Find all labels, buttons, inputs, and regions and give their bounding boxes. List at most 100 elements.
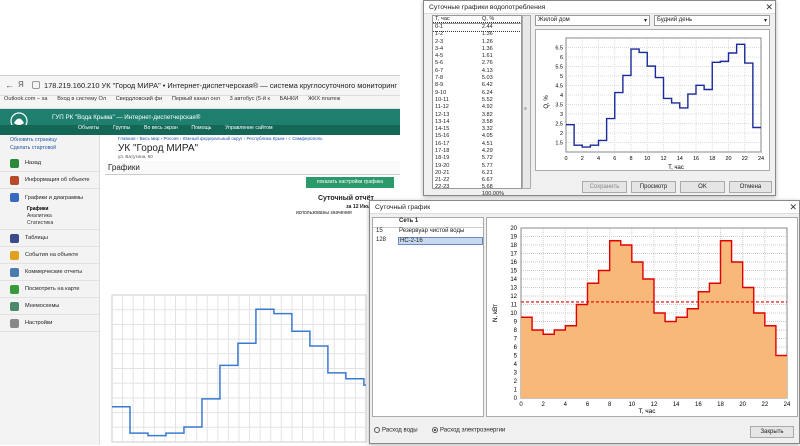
table-row[interactable]: 11-12 4.92	[433, 104, 521, 111]
sidebar-item-settings[interactable]: Настройки	[0, 315, 99, 332]
settings-button[interactable]: показать настройки графика	[306, 177, 394, 188]
time-cell[interactable]: 17-18	[433, 147, 480, 154]
table-row[interactable]: 4-5 1.61	[433, 52, 521, 59]
q-cell[interactable]: 4.05	[480, 133, 521, 140]
time-cell[interactable]: 16-17	[433, 140, 480, 147]
list-item-selected[interactable]: 128 НС-2-16	[373, 237, 483, 246]
consumption-table[interactable]: T, час Q, % 0-1 2.44 1-2 1.36 2-3 1.26 3-4 1.36 4…	[432, 15, 522, 189]
preview-button[interactable]: Просмотр	[631, 181, 676, 193]
time-cell[interactable]: 9-10	[433, 89, 480, 96]
time-cell[interactable]: 2-3	[433, 38, 480, 45]
q-cell[interactable]: 3.32	[480, 125, 521, 132]
q-cell[interactable]: 5.52	[480, 96, 521, 103]
bookmark-item[interactable]: Свердловский фи	[116, 96, 162, 102]
sidebar-item-tables[interactable]: Таблицы	[0, 230, 99, 247]
cancel-button[interactable]: Отмена	[729, 181, 772, 193]
time-cell[interactable]: 6-7	[433, 67, 480, 74]
time-cell[interactable]: 21-22	[433, 177, 480, 184]
time-cell[interactable]: 10-11	[433, 96, 480, 103]
table-row[interactable]: 8-9 6.42	[433, 82, 521, 89]
table-row[interactable]: 5-6 2.76	[433, 60, 521, 67]
q-cell[interactable]: 3.82	[480, 111, 521, 118]
menu-admin[interactable]: Управление сайтом	[225, 125, 272, 131]
sidebar-sub-analytics[interactable]: Аналитика	[0, 213, 99, 220]
save-button[interactable]: Сохранить	[582, 181, 627, 193]
q-cell[interactable]: 5.72	[480, 155, 521, 162]
sidebar-item-back[interactable]: Назад	[0, 155, 99, 172]
q-cell[interactable]: 3.58	[480, 118, 521, 125]
time-cell[interactable]: 8-9	[433, 82, 480, 89]
bookmark-item[interactable]: Вход в систему Ол	[57, 96, 106, 102]
sidebar-item-info[interactable]: Информация об объекте	[0, 172, 99, 189]
time-cell[interactable]: 14-15	[433, 125, 480, 132]
time-cell[interactable]: 13-14	[433, 118, 480, 125]
table-row[interactable]: 6-7 4.13	[433, 67, 521, 74]
time-cell[interactable]: 18-19	[433, 155, 480, 162]
time-cell[interactable]: 19-20	[433, 162, 480, 169]
bookmark-item[interactable]: ЖКХ платеж	[308, 96, 340, 102]
close-icon[interactable]: ✕	[765, 2, 773, 13]
time-cell[interactable]: 7-8	[433, 74, 480, 81]
q-cell[interactable]: 1.36	[480, 31, 521, 38]
table-row[interactable]: 3-4 1.36	[433, 45, 521, 52]
q-cell[interactable]: 4.29	[480, 147, 521, 154]
table-row[interactable]: 13-14 3.58	[433, 118, 521, 125]
sidebar-item-mnemo[interactable]: Мнемосхемы	[0, 298, 99, 315]
table-row[interactable]: 12-13 3.82	[433, 111, 521, 118]
q-cell[interactable]: 6.42	[480, 82, 521, 89]
bookmark-item[interactable]: Первый канал онл	[172, 96, 220, 102]
table-row[interactable]: 18-19 5.72	[433, 155, 521, 162]
bookmark-item[interactable]: БАНКИ	[280, 96, 299, 102]
menu-groups[interactable]: Группы	[113, 125, 130, 131]
time-cell[interactable]: 12-13	[433, 111, 480, 118]
yandex-icon[interactable]: Я	[18, 80, 24, 89]
table-row[interactable]: 21-22 6.67	[433, 177, 521, 184]
table-row[interactable]: 2-3 1.26	[433, 38, 521, 45]
day-type-select[interactable]: Будний день ▾	[654, 15, 770, 26]
q-cell[interactable]: 1.61	[480, 52, 521, 59]
q-cell[interactable]: 6.24	[480, 89, 521, 96]
sidebar-item-events[interactable]: События на объекте	[0, 247, 99, 264]
radio-power[interactable]: Расход электроэнергии	[432, 427, 505, 434]
q-cell[interactable]: 5.03	[480, 74, 521, 81]
time-cell[interactable]: 20-21	[433, 169, 480, 176]
building-type-select[interactable]: Жилой дом ▾	[535, 15, 650, 26]
q-cell[interactable]: 5.77	[480, 162, 521, 169]
table-row[interactable]: 15-16 4.05	[433, 133, 521, 140]
table-row[interactable]: 10-11 5.52	[433, 96, 521, 103]
radio-water[interactable]: Расход воды	[374, 427, 418, 434]
menu-objects[interactable]: Объекты	[78, 125, 99, 131]
q-cell[interactable]: 4.13	[480, 67, 521, 74]
table-row[interactable]: 7-8 5.03	[433, 74, 521, 81]
menu-help[interactable]: Помощь	[191, 125, 211, 131]
q-cell[interactable]: 5.68	[480, 184, 521, 188]
bookmark-item[interactable]: 3 автобус (5-й к	[230, 96, 270, 102]
q-cell[interactable]: 2.76	[480, 60, 521, 67]
q-cell[interactable]: 6.67	[480, 177, 521, 184]
menu-fullscreen[interactable]: Во весь экран	[144, 125, 178, 131]
table-row[interactable]: 17-18 4.29	[433, 147, 521, 154]
sidebar-item-charts[interactable]: Графики и диаграммы	[0, 189, 99, 206]
table-row[interactable]: 20-21 6.21	[433, 169, 521, 176]
sidebar-item-reports[interactable]: Коммерческие отчеты	[0, 264, 99, 281]
table-row[interactable]: 22-23 5.68	[433, 184, 521, 188]
time-cell[interactable]: 5-6	[433, 60, 480, 67]
close-icon[interactable]: ✕	[789, 202, 797, 213]
ok-button[interactable]: OK	[680, 181, 725, 193]
time-cell[interactable]: 1-2	[433, 31, 480, 38]
list-item[interactable]: 15 Резервуар чистой воды	[373, 228, 483, 237]
table-row[interactable]: 9-10 6.24	[433, 89, 521, 96]
q-cell[interactable]: 2.44	[480, 23, 521, 30]
time-cell[interactable]: 0-1	[433, 23, 480, 30]
make-start-link[interactable]: Сделать стартовой	[10, 145, 99, 151]
table-row[interactable]: 16-17 4.51	[433, 140, 521, 147]
time-cell[interactable]: 15-16	[433, 133, 480, 140]
back-arrow-icon[interactable]: ←	[5, 80, 14, 90]
table-row[interactable]: 19-20 5.77	[433, 162, 521, 169]
close-button[interactable]: Закрыть	[750, 426, 794, 438]
sidebar-sub-charts[interactable]: Графики	[0, 206, 99, 213]
table-row[interactable]: 0-1 2.44	[433, 22, 521, 32]
q-cell[interactable]: 1.36	[480, 45, 521, 52]
address-bar[interactable]: 178.219.160.210 УК "Город МИРА" • Интерн…	[44, 81, 397, 90]
time-cell[interactable]: 11-12	[433, 104, 480, 111]
